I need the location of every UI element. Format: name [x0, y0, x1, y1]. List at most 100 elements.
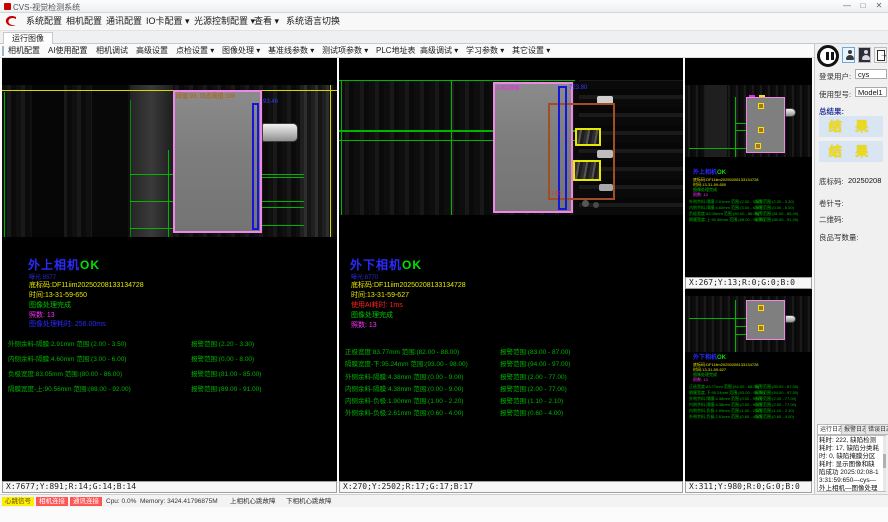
result-box-bottom: 结 果	[819, 141, 883, 162]
meas-row: 正极宽度:83.77mm 范围:(82.00 - 88.00)	[345, 346, 459, 356]
barcode-value: 20250208	[848, 176, 881, 185]
qr-code-label: 二维码:	[819, 214, 844, 225]
thumb-defect-box	[758, 325, 764, 331]
meas-row: 外侧余料-负极:2.61mm 范围:(0.60 - 4.00)	[345, 407, 463, 417]
thumb-bottom-pixel-status: X:311;Y:980;R:0;G:0;B:0	[685, 481, 812, 493]
bolt-head	[582, 200, 589, 207]
tool-camera-debug[interactable]: 相机调试	[96, 44, 128, 57]
user-icon	[845, 50, 854, 61]
heartbeat-badge: 心跳信号	[2, 497, 34, 506]
baseline-yellow-h	[2, 90, 337, 91]
mid-camera-viewport[interactable]: AI检测框 723.80 1.90 外下相机OK 曝光:8770 底标码:DF1…	[339, 58, 683, 481]
log-text-area[interactable]: 耗时: 222, 缺陷检测耗时: 17, 缺陷分类耗时: 0, 缺陷掩膜分区耗时…	[817, 435, 886, 492]
window-title: CVS-视觉检测系统	[13, 2, 80, 13]
tool-other-settings[interactable]: 其它设置 ▾	[512, 44, 550, 57]
cpu-usage-text: Cpu: 0.0%	[106, 497, 136, 506]
thumb-top-pixel-status: X:267;Y:13;R:0;G:0;B:0	[685, 277, 812, 289]
camera-title-text: 外下相机	[350, 258, 402, 272]
tool-advanced-debug[interactable]: 高级调试 ▾	[420, 44, 458, 57]
user-lock-button[interactable]	[858, 47, 871, 63]
mid-pixel-status: X:270;Y:2502;R:17;G:17;B:17	[339, 481, 683, 493]
alarm-row: 报警范围:(0.00 - 8.00)	[191, 353, 254, 363]
log-scrollbar[interactable]	[883, 436, 886, 491]
elapsed-text: 图像处理耗时: 256.00ms	[29, 319, 106, 329]
alarm-row: 报警范围:(94.00 - 97.00)	[500, 358, 570, 368]
thumb-electrode-tab	[785, 108, 796, 117]
thumb-top-camera[interactable]: 外上相机OK 底标码:DF11iim20250208133134728 时间:1…	[685, 58, 812, 277]
camera-link-badge: 相机连接	[36, 497, 68, 506]
measure-value-blue: 723.80	[569, 85, 587, 91]
camera-title-text: 外上相机	[28, 258, 80, 272]
time-text: 时间:13-31-59-627	[351, 290, 409, 300]
image-light-column	[300, 85, 330, 237]
menu-language-switch[interactable]: 系统语言切换	[280, 13, 346, 30]
ai-box-label: AI检测框	[496, 83, 520, 92]
thumb-electrode-tab	[785, 315, 796, 323]
ai-time-text: 使用AI耗时: 1ms	[351, 300, 403, 310]
tool-ai-use-config[interactable]: AI使用配置	[48, 44, 88, 57]
log-tab-error[interactable]: 错误日志	[865, 424, 888, 435]
tab-electrode	[262, 123, 298, 142]
minimize-button[interactable]: —	[840, 1, 854, 10]
login-user-field[interactable]: cys	[855, 69, 887, 79]
thumb-title: 外上相机OK	[693, 167, 726, 176]
pause-button[interactable]	[817, 45, 839, 67]
toolbar: 相机配置 AI使用配置 相机调试 高级设置 点检设置 ▾ 图像处理 ▾ 基准线参…	[0, 44, 888, 58]
alarm-row: 报警范围:(2.00 - 77.00)	[500, 371, 567, 381]
left-camera-viewport[interactable]: 阈值:93, 动态阈值:100 93.46 外上相机OK 曝光:8577 底标码…	[2, 58, 337, 481]
measure-value-red: 1.90	[551, 191, 561, 197]
barcode-label: 底标码:	[819, 176, 844, 187]
image-dark-band	[32, 85, 64, 237]
thumb-defect-box	[758, 127, 764, 133]
logout-button[interactable]: →	[874, 47, 887, 63]
barcode-text: 底标码:DF11iim20250208133134728	[29, 280, 144, 290]
thumb-title-text: 外上相机	[693, 170, 717, 176]
menu-bar: 系统配置 相机配置 通讯配置 IO卡配置 ▾ 光源控制配置 ▾ 查看 ▾ 系统语…	[0, 13, 888, 31]
tool-test-params[interactable]: 测试项参数 ▾	[322, 44, 368, 57]
thumb-defect-box	[758, 103, 764, 109]
measure-value-blue: 93.46	[263, 99, 278, 105]
close-button[interactable]: ✕	[872, 1, 886, 10]
thumb-defect-box	[755, 143, 761, 149]
thumb-ok: OK	[717, 170, 726, 176]
tool-learn-params[interactable]: 学习参数 ▾	[466, 44, 504, 57]
thumb-defect-box	[758, 305, 764, 311]
tool-image-process[interactable]: 图像处理 ▾	[222, 44, 260, 57]
meas-row: 隔膜宽度-上:90.56mm 范围:(88.00 - 92.00)	[8, 383, 131, 393]
brand-logo-icon	[4, 14, 19, 29]
maximize-button[interactable]: □	[856, 1, 870, 10]
alarm-row: 报警范围:(2.20 - 3.30)	[191, 338, 254, 348]
thumb-mark-magenta	[749, 95, 755, 97]
tool-spot-check[interactable]: 点检设置 ▾	[176, 44, 214, 57]
user-login-button[interactable]	[842, 47, 855, 63]
meas-row: 外侧余料-隔膜:2.91mm 范围:(2.00 - 3.50)	[8, 338, 126, 348]
meas-row: 内侧余料-隔膜:4.38mm 范围:(0.00 - 9.00)	[345, 383, 463, 393]
tool-baseline-params[interactable]: 基准线参数 ▾	[268, 44, 314, 57]
done-text: 图像处理完成	[351, 310, 393, 320]
thumb-bottom-camera[interactable]: 外下相机OK 底标码:DF11iim20250208133134728 时间:1…	[685, 289, 812, 481]
overlay-line	[451, 80, 452, 215]
defect-rect-yellow	[575, 128, 601, 146]
time-text: 时间:13-31-59-650	[29, 290, 87, 300]
alarm-row: 报警范围:(83.00 - 87.00)	[500, 346, 570, 356]
thumb-roi-pink	[746, 97, 785, 153]
roi-rect-pink	[173, 90, 262, 233]
image-light-column	[130, 85, 173, 237]
ok-badge: OK	[402, 258, 422, 272]
threshold-label: 阈值:93, 动态阈值:100	[176, 91, 235, 100]
alarm-row: 报警范围:(0.60 - 4.00)	[500, 407, 563, 417]
tool-advanced-set[interactable]: 高级设置	[136, 44, 168, 57]
meas-row: 隔膜宽度-下:95.24mm 范围:(93.00 - 98.00)	[345, 358, 468, 368]
meas-row: 内侧余料-负极:1.90mm 范围:(1.00 - 2.20)	[345, 395, 463, 405]
camera-title: 外上相机OK	[28, 256, 100, 273]
meas-row: 负极宽度:83.05mm 范围:(80.00 - 86.00)	[8, 368, 122, 378]
model-field[interactable]: Model1	[855, 87, 887, 97]
thumb-count: 照数: 13	[693, 192, 708, 198]
alarm-row: 报警范围:(89.00 - 91.00)	[191, 383, 261, 393]
log-scrollbar-thumb[interactable]	[883, 454, 886, 468]
thumb-meas: 外侧余料-负极:2.61mm 范围:(0.60 - 4.00)	[689, 414, 762, 420]
tool-plc-table[interactable]: PLC地址表	[376, 44, 416, 57]
tool-camera-config[interactable]: 相机配置	[8, 44, 40, 57]
user-dark-icon	[861, 50, 870, 61]
logout-arrow-icon: →	[880, 50, 888, 59]
